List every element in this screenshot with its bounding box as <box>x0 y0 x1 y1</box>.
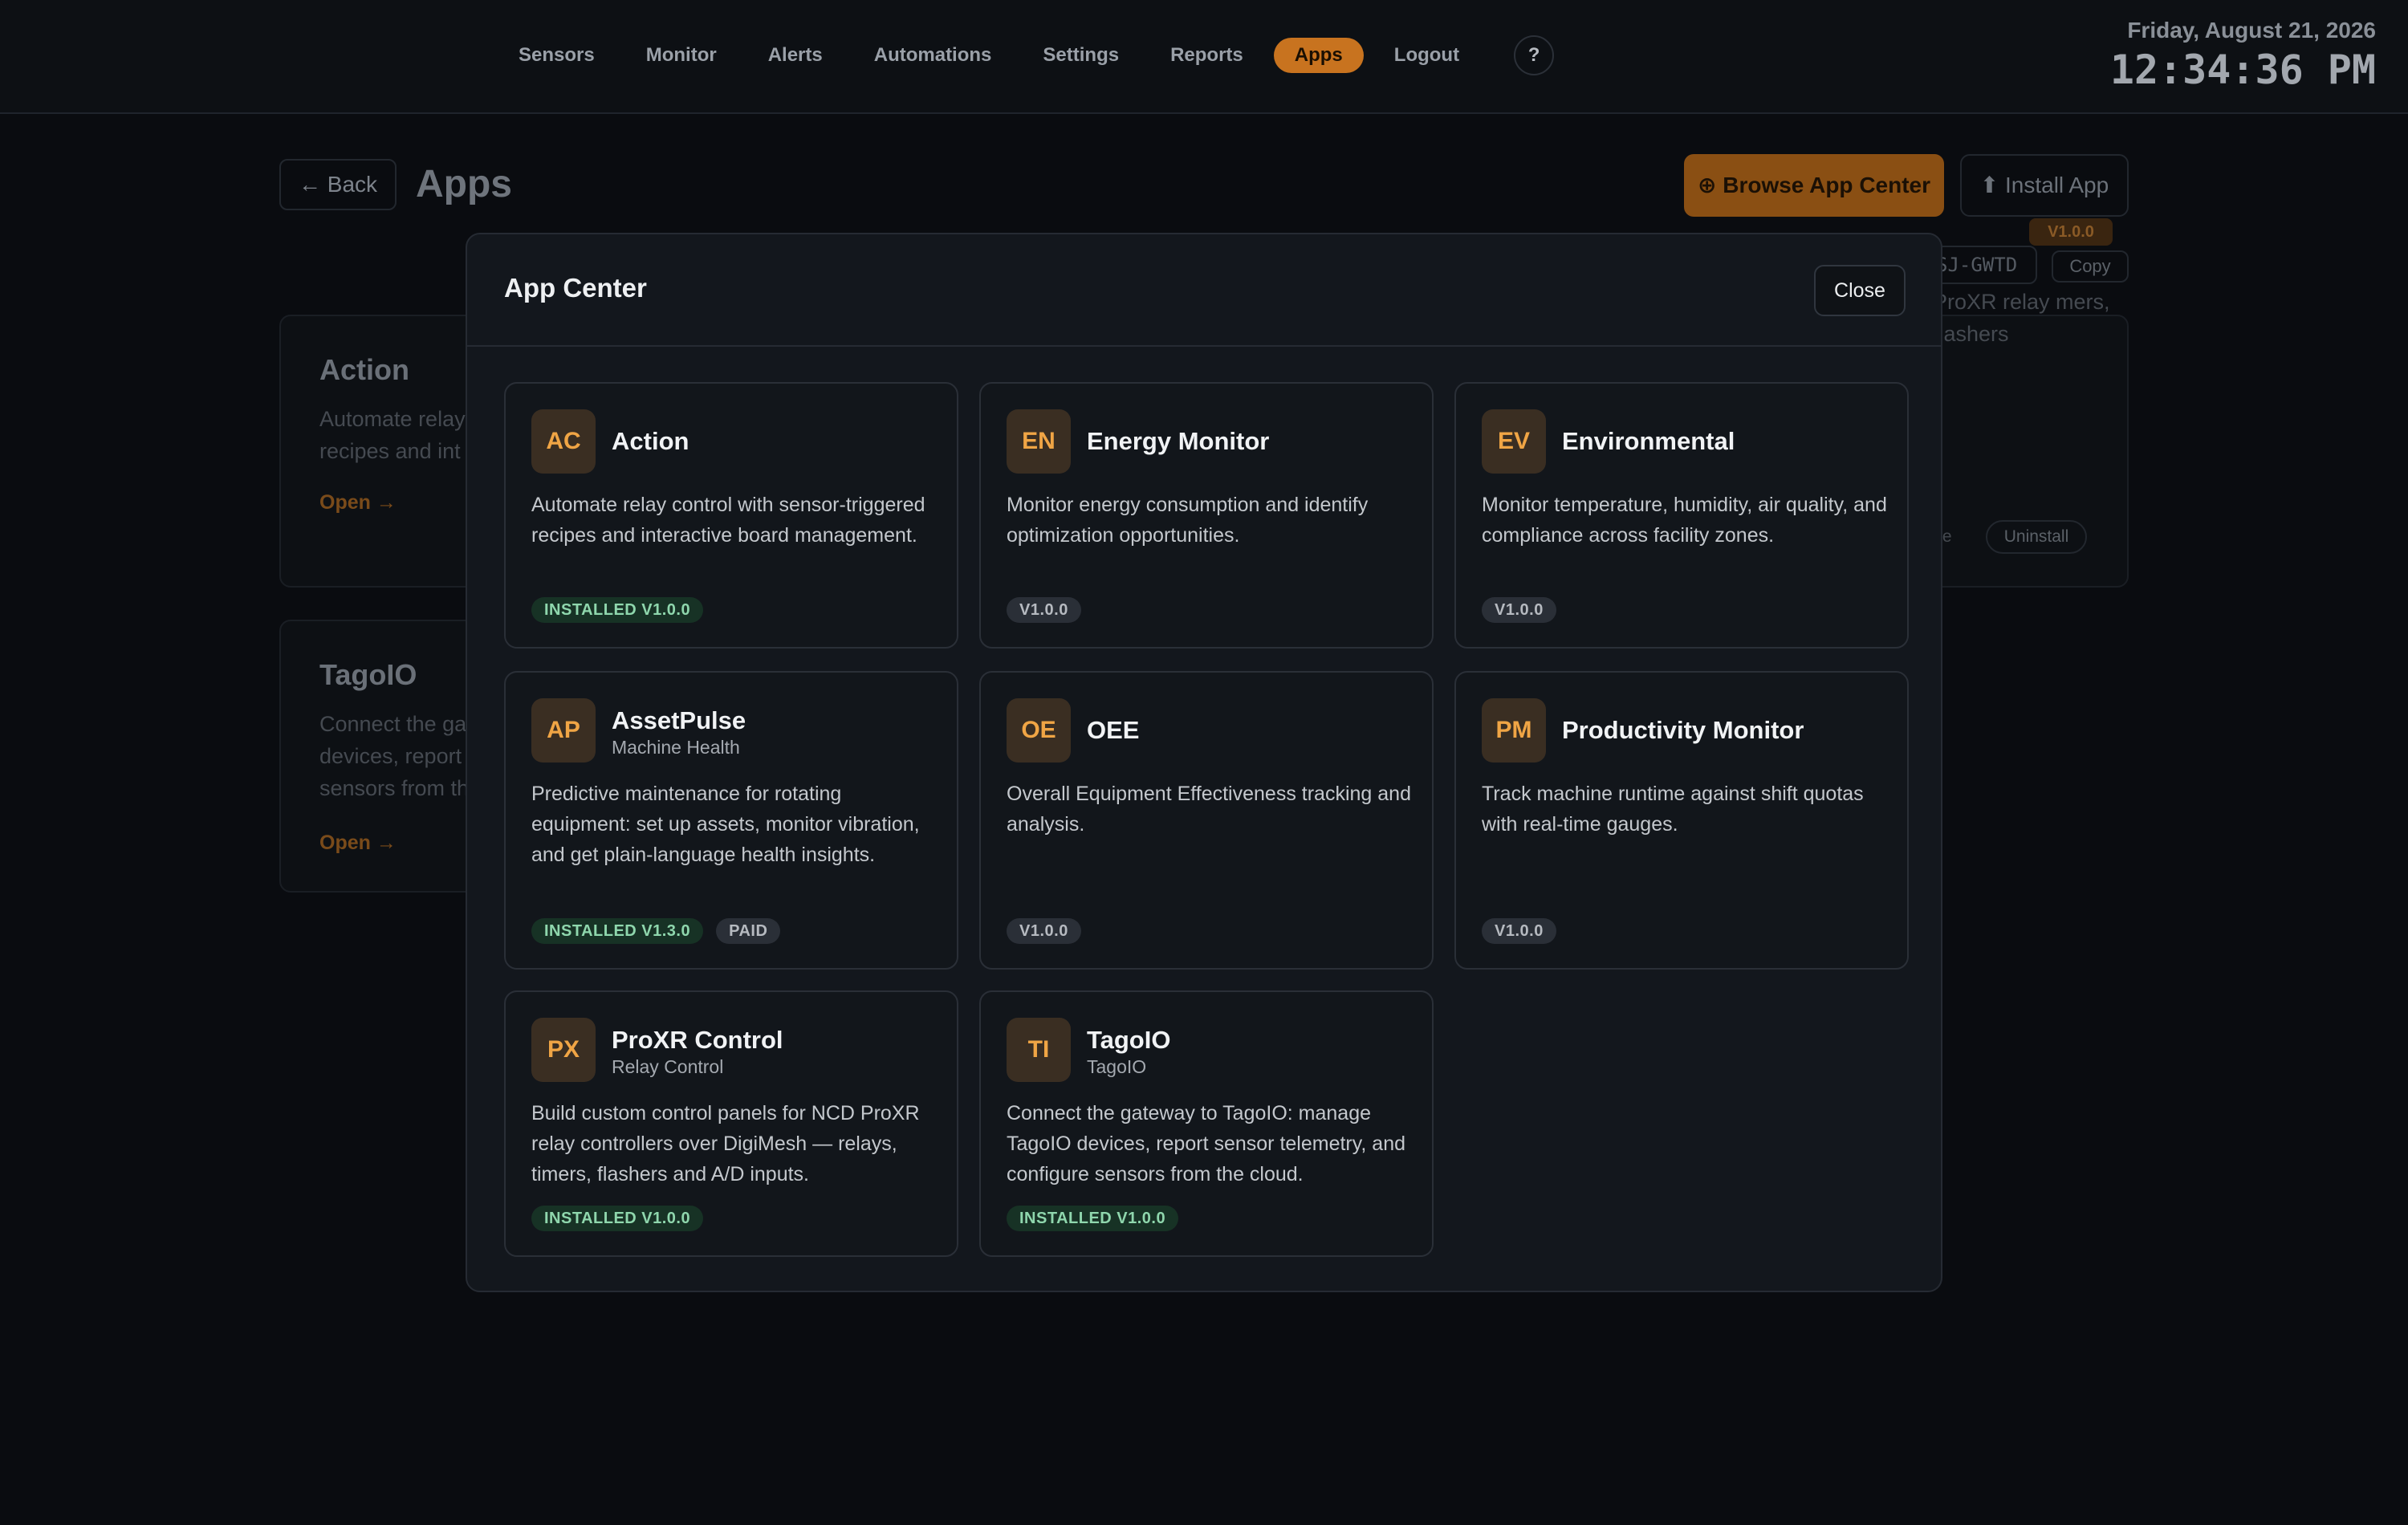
app-card-oee[interactable]: OE OEE Overall Equipment Effectiveness tra… <box>979 671 1434 970</box>
installed-badge: INSTALLED V1.0.0 <box>531 597 704 623</box>
app-badges: V1.0.0 <box>1482 597 1569 623</box>
app-name: TagoIO <box>1087 1026 1171 1054</box>
app-icon: EV <box>1482 409 1546 474</box>
app-description: Automate relay control with sensor-trigg… <box>531 494 925 547</box>
app-card-proxr-control[interactable]: PX ProXR Control Relay Control Build custom… <box>504 990 958 1257</box>
modal-header: App Center Close <box>467 234 1941 347</box>
app-card-environmental[interactable]: EV Environmental Monitor temperature, humi… <box>1454 382 1909 649</box>
app-description: Predictive maintenance for rotating equi… <box>531 783 920 866</box>
app-badges: INSTALLED V1.3.0 PAID <box>531 918 793 944</box>
app-name: Energy Monitor <box>1087 427 1270 455</box>
app-name: Productivity Monitor <box>1562 716 1804 744</box>
app-name: AssetPulse <box>612 706 746 734</box>
app-badges: V1.0.0 <box>1007 597 1094 623</box>
app-description: Track machine runtime against shift quot… <box>1482 783 1864 836</box>
app-icon: OE <box>1007 698 1071 762</box>
app-icon: PX <box>531 1018 596 1082</box>
version-badge: V1.0.0 <box>1007 597 1081 623</box>
app-name: Action <box>612 427 689 455</box>
version-badge: V1.0.0 <box>1482 597 1556 623</box>
app-subtitle: Relay Control <box>612 1056 724 1077</box>
close-button[interactable]: Close <box>1814 265 1906 316</box>
app-badges: INSTALLED V1.0.0 <box>531 1206 716 1231</box>
app-description: Monitor energy consumption and identify … <box>1007 494 1369 547</box>
app-card-action[interactable]: AC Action Automate relay control with sens… <box>504 382 958 649</box>
app-icon: PM <box>1482 698 1546 762</box>
app-card-productivity-monitor[interactable]: PM Productivity Monitor Track machine runt… <box>1454 671 1909 970</box>
app-description: Build custom control panels for NCD ProX… <box>531 1102 920 1185</box>
paid-badge: PAID <box>716 918 781 944</box>
app-badges: V1.0.0 <box>1007 918 1094 944</box>
installed-badge: INSTALLED V1.3.0 <box>531 918 704 944</box>
app-name: Environmental <box>1562 427 1735 455</box>
app-subtitle: Machine Health <box>612 737 740 758</box>
app-description: Overall Equipment Effectiveness tracking… <box>1007 783 1411 836</box>
app-icon: TI <box>1007 1018 1071 1082</box>
app-center-modal: App Center Close AC Action Automate relay … <box>466 233 1942 1292</box>
app-name: ProXR Control <box>612 1026 783 1054</box>
app-badges: V1.0.0 <box>1482 918 1569 944</box>
app-name: OEE <box>1087 716 1140 744</box>
version-badge: V1.0.0 <box>1007 918 1081 944</box>
app-card-tagoio[interactable]: TI TagoIO TagoIO Connect the gateway to Tag… <box>979 990 1434 1257</box>
app-description: Monitor temperature, humidity, air quali… <box>1482 494 1887 547</box>
app-card-energy-monitor[interactable]: EN Energy Monitor Monitor energy consumpti… <box>979 382 1434 649</box>
app-card-assetpulse[interactable]: AP AssetPulse Machine Health Predictive mai… <box>504 671 958 970</box>
version-badge: V1.0.0 <box>1482 918 1556 944</box>
installed-badge: INSTALLED V1.0.0 <box>1007 1206 1179 1231</box>
modal-title: App Center <box>504 273 647 303</box>
app-badges: INSTALLED V1.0.0 <box>1007 1206 1191 1231</box>
app-icon: AC <box>531 409 596 474</box>
app-icon: EN <box>1007 409 1071 474</box>
installed-badge: INSTALLED V1.0.0 <box>531 1206 704 1231</box>
app-description: Connect the gateway to TagoIO: manage Ta… <box>1007 1102 1405 1185</box>
app-subtitle: TagoIO <box>1087 1056 1147 1077</box>
app-icon: AP <box>531 698 596 762</box>
app-badges: INSTALLED V1.0.0 <box>531 597 716 623</box>
